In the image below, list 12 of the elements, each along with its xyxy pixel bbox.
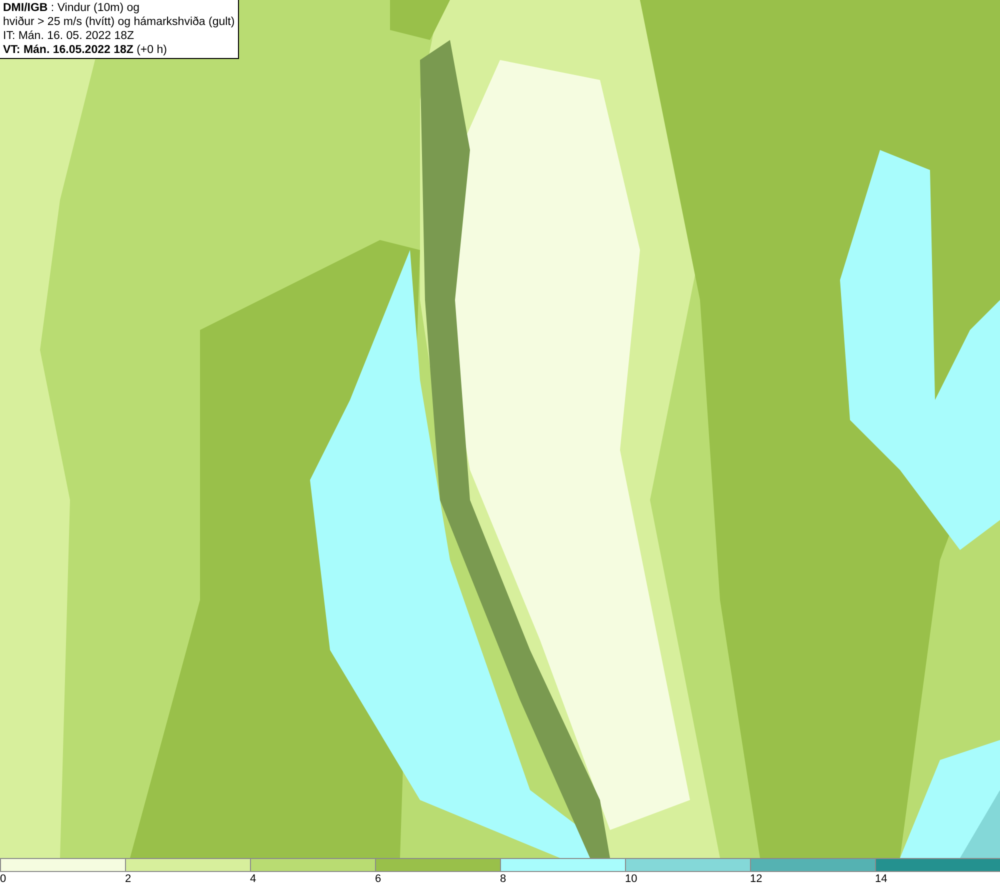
legend-label: 0 xyxy=(0,872,6,886)
legend-label: 4 xyxy=(249,872,256,886)
info-text: hviður > 25 m/s (hvítt) og hámarkshviða (gult) xyxy=(3,15,235,29)
legend-label: 12 xyxy=(749,872,762,886)
legend-label: 8 xyxy=(499,872,506,886)
legend-label: 10 xyxy=(624,872,638,886)
legend-label: 14 xyxy=(874,872,888,886)
legend-label: 6 xyxy=(374,872,382,886)
info-text: VT: Mán. 16.05.2022 18Z (+0 h) xyxy=(3,43,168,57)
info-text: DMI/IGB : Vindur (10m) og xyxy=(3,1,141,15)
legend-label: 2 xyxy=(124,872,132,886)
info-text: IT: Mán. 16. 05. 2022 18Z xyxy=(3,29,136,43)
